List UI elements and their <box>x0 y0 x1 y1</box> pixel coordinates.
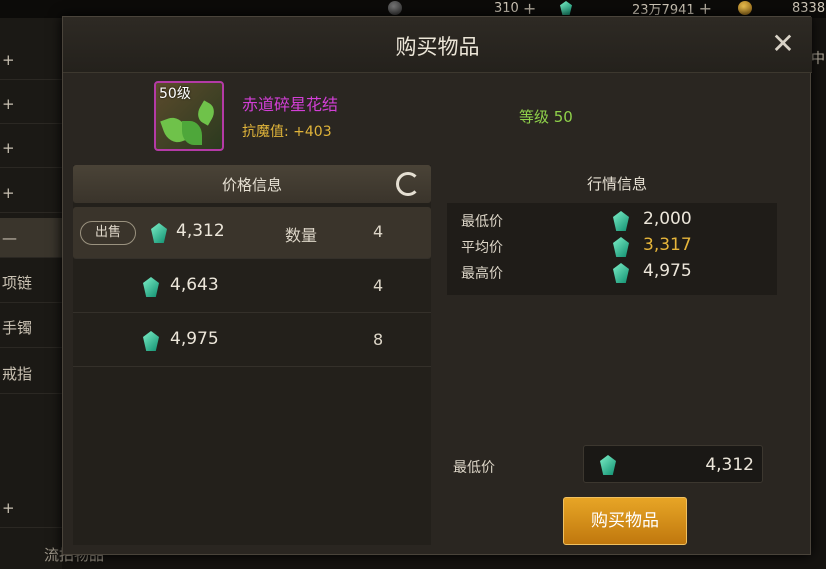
dark-coin-icon <box>388 1 402 15</box>
item-level-badge: 50级 <box>159 86 191 102</box>
price-info-title: 价格信息 <box>221 176 282 194</box>
price-value: 4,643 <box>170 275 219 295</box>
average-price-label: 平均价 <box>461 240 503 256</box>
category-sidebar: + + + + — 项链 手镯 戒指 + <box>0 18 62 569</box>
currency-3-value: 8338 <box>792 0 826 16</box>
leaf-graphic <box>194 100 218 126</box>
sidebar-item-ring[interactable]: 戒指 <box>0 354 62 394</box>
currency-2-value: 23万7941 <box>632 2 695 18</box>
sidebar-item-expand-1[interactable]: + <box>0 40 62 80</box>
sidebar-item-necklace[interactable]: 项链 <box>0 263 62 303</box>
quantity-label: 数量 <box>285 226 318 245</box>
price-value: 4,975 <box>170 329 219 349</box>
highest-price-label: 最高价 <box>461 266 503 282</box>
item-level: 等级 50 <box>519 108 573 126</box>
gem-icon <box>151 223 167 243</box>
gem-icon <box>613 237 629 257</box>
sell-tag: 出售 <box>80 221 136 245</box>
sidebar-item-bracelet[interactable]: 手镯 <box>0 308 62 348</box>
price-info-panel: 价格信息 出售 4,312 数量 4 4,643 4 4,975 8 <box>73 165 431 545</box>
item-name: 赤道碎星花结 <box>242 95 339 114</box>
sidebar-item-expand-3[interactable]: + <box>0 128 62 168</box>
buy-item-button[interactable]: 购买物品 <box>563 497 687 545</box>
leaf-graphic <box>182 121 202 145</box>
add-currency-1-button[interactable]: + <box>523 0 536 18</box>
buy-price-value: 4,312 <box>705 455 754 475</box>
close-icon[interactable]: ✕ <box>768 29 798 59</box>
right-edge-label: 中 <box>811 51 825 67</box>
gem-icon <box>143 277 159 297</box>
currency-3: 8338 <box>738 0 825 16</box>
price-row[interactable]: 4,643 4 <box>73 261 431 313</box>
gem-icon <box>143 331 159 351</box>
sidebar-item-expand-4[interactable]: + <box>0 173 62 213</box>
buy-item-dialog: 购买物品 ✕ 50级 赤道碎星花结 抗魔值: +403 等级 50 价格信息 出… <box>62 16 812 555</box>
currency-1: 310 + <box>388 0 536 18</box>
price-value: 4,312 <box>176 221 225 241</box>
average-price-value: 3,317 <box>643 235 692 255</box>
refresh-icon[interactable] <box>396 172 420 196</box>
gold-coin-icon <box>738 1 752 15</box>
gem-icon <box>613 263 629 283</box>
dialog-title: 购买物品 <box>395 35 480 59</box>
currency-1-value: 310 <box>494 0 519 16</box>
quantity-value: 4 <box>373 276 384 295</box>
item-icon[interactable]: 50级 <box>154 81 224 151</box>
buy-price-label: 最低价 <box>453 460 495 476</box>
currency-2: 23万7941 + <box>560 0 712 18</box>
quantity-value: 4 <box>373 222 384 241</box>
gem-icon <box>560 1 572 15</box>
price-row[interactable]: 出售 4,312 数量 4 <box>73 207 431 259</box>
sidebar-item-expand-2[interactable]: + <box>0 84 62 124</box>
add-currency-2-button[interactable]: + <box>699 0 712 18</box>
dialog-header: 购买物品 ✕ <box>63 17 812 73</box>
sidebar-item-expand-5[interactable]: + <box>0 488 62 528</box>
lowest-price-value: 2,000 <box>643 209 692 229</box>
lowest-price-label: 最低价 <box>461 214 503 230</box>
market-info-title: 行情信息 <box>586 175 647 193</box>
sidebar-item-collapse[interactable]: — <box>0 218 62 258</box>
market-info-panel: 行情信息 最低价 2,000 平均价 3,317 最高价 4,975 最低价 4… <box>437 165 797 545</box>
gem-icon <box>613 211 629 231</box>
buy-price-field[interactable]: 4,312 <box>583 445 763 483</box>
item-attribute: 抗魔值: +403 <box>242 124 332 140</box>
quantity-value: 8 <box>373 330 384 349</box>
price-info-header: 价格信息 <box>73 165 431 203</box>
highest-price-value: 4,975 <box>643 261 692 281</box>
price-row[interactable]: 4,975 8 <box>73 315 431 367</box>
market-stats-box: 最低价 2,000 平均价 3,317 最高价 4,975 <box>447 203 777 295</box>
gem-icon <box>600 455 616 475</box>
